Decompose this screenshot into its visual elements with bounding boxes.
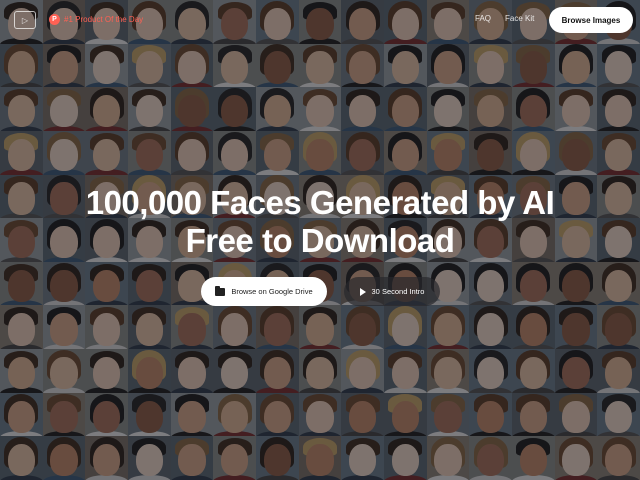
producthunt-badge-label: #1 Product Of the Day bbox=[64, 14, 144, 24]
site-header: ▷ P #1 Product Of the Day FAQ Face Kit B… bbox=[0, 0, 640, 38]
browse-images-button[interactable]: Browse Images bbox=[549, 7, 633, 33]
producthunt-icon: P bbox=[49, 13, 60, 25]
play-logo-icon[interactable]: ▷ bbox=[14, 11, 36, 29]
play-icon bbox=[359, 287, 366, 296]
intro-video-label: 30 Second Intro bbox=[371, 287, 425, 296]
nav-link-face-kit[interactable]: Face Kit bbox=[505, 14, 534, 23]
browse-google-drive-button[interactable]: Browse on Google Drive bbox=[201, 277, 327, 306]
producthunt-badge[interactable]: P #1 Product Of the Day bbox=[49, 10, 143, 28]
hero-title-line-2: Free to Download bbox=[185, 222, 455, 259]
hero-title-line-1: 100,000 Faces Generated by AI bbox=[85, 184, 555, 221]
intro-video-button[interactable]: 30 Second Intro bbox=[344, 277, 440, 306]
folder-icon bbox=[215, 285, 226, 296]
browse-google-drive-label: Browse on Google Drive bbox=[231, 287, 313, 296]
hero-title: 100,000 Faces Generated by AI Free to Do… bbox=[0, 184, 640, 260]
nav-link-faq[interactable]: FAQ bbox=[475, 14, 491, 23]
